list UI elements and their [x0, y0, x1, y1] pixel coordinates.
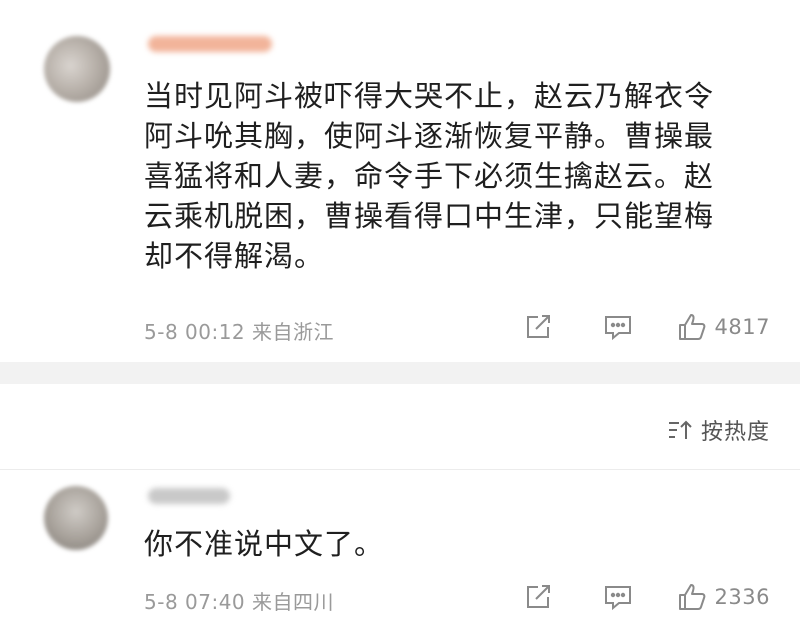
comment-icon[interactable]: [603, 582, 633, 612]
username-blurred[interactable]: [148, 488, 230, 504]
share-icon[interactable]: [523, 312, 553, 342]
thumbs-up-icon[interactable]: [677, 312, 707, 342]
sort-icon: [667, 417, 693, 443]
share-icon[interactable]: [523, 582, 553, 612]
like-count: 2336: [714, 585, 770, 609]
username-blurred[interactable]: [148, 36, 272, 52]
thumbs-up-icon[interactable]: [677, 582, 707, 612]
avatar[interactable]: [44, 36, 110, 102]
comment-text-line: 云乘机脱困，曹操看得口中生津，只能望梅: [144, 199, 715, 233]
comment-text-line: 喜猛将和人妻，命令手下必须生擒赵云。赵: [144, 159, 715, 193]
comment-text: 当时见阿斗被吓得大哭不止，赵云乃解衣令 阿斗吮其胸，使阿斗逐渐恢复平静。曹操最 …: [144, 76, 764, 276]
comment-text-line: 却不得解渴。: [144, 239, 325, 273]
comment-icon[interactable]: [603, 312, 633, 342]
sort-label: 按热度: [700, 420, 770, 445]
comment-actions: 4817: [523, 312, 770, 342]
section-separator: [0, 362, 800, 384]
comment-actions: 2336: [523, 582, 770, 612]
like-count: 4817: [714, 315, 770, 339]
comment-card-1: 当时见阿斗被吓得大哭不止，赵云乃解衣令 阿斗吮其胸，使阿斗逐渐恢复平静。曹操最 …: [0, 0, 800, 362]
sort-bar: 按热度: [0, 384, 800, 470]
comment-meta: 5-8 00:12 来自浙江: [144, 320, 335, 344]
comment-text-line: 当时见阿斗被吓得大哭不止，赵云乃解衣令: [144, 79, 715, 113]
comment-text-line: 阿斗吮其胸，使阿斗逐渐恢复平静。曹操最: [144, 119, 715, 153]
comment-text: 你不准说中文了。: [144, 527, 385, 561]
avatar[interactable]: [44, 486, 108, 550]
comment-meta: 5-8 07:40 来自四川: [144, 590, 335, 614]
sort-by-hot-button[interactable]: 按热度: [667, 414, 770, 446]
comment-card-2: 你不准说中文了。 5-8 07:40 来自四川 2336: [0, 470, 800, 637]
